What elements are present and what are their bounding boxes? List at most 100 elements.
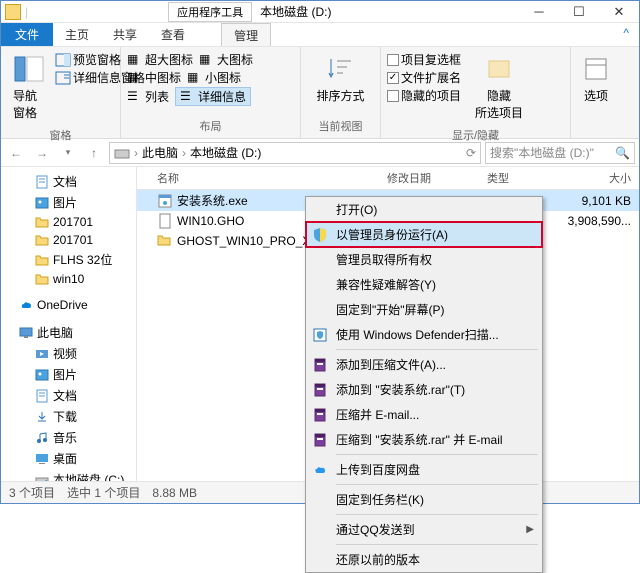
tree-item[interactable]: 此电脑 <box>1 322 136 343</box>
folder-icon <box>157 233 173 249</box>
tree-item[interactable]: 下载 <box>1 406 136 427</box>
menu-item[interactable]: 通过QQ发送到▶ <box>306 517 542 542</box>
nav-pane-icon <box>13 53 45 85</box>
menu-separator <box>336 454 538 455</box>
minimize-button[interactable]: ─ <box>519 1 559 23</box>
tree-item[interactable]: 视频 <box>1 343 136 364</box>
col-size[interactable]: 大小 <box>559 167 639 189</box>
checkbox-icon: ✓ <box>387 72 399 84</box>
ribbon: 导航窗格 预览窗格 详细信息窗格 窗格 ▦超大图标 ▦大图标 ▦中图标 ▦小图标… <box>1 47 639 139</box>
menu-item[interactable]: 压缩到 "安装系统.rar" 并 E-mail <box>306 427 542 452</box>
tree-item[interactable]: 201701 <box>1 231 136 249</box>
layout-l[interactable]: ▦大图标 <box>199 51 253 68</box>
hide-icon <box>483 53 515 85</box>
video-icon <box>35 347 49 361</box>
address-input[interactable]: › 此电脑 › 本地磁盘 (D:) ⟳ <box>109 142 481 164</box>
extensions-toggle[interactable]: ✓文件扩展名 <box>387 69 461 86</box>
menu-item[interactable]: 管理员取得所有权 <box>306 247 542 272</box>
details-icon: ☰ <box>180 89 196 105</box>
shield-icon <box>312 227 328 243</box>
tree-item[interactable]: OneDrive <box>1 296 136 314</box>
tree-item[interactable]: 文档 <box>1 385 136 406</box>
share-tab[interactable]: 共享 <box>101 23 149 46</box>
selection-size: 8.88 MB <box>152 486 197 500</box>
close-button[interactable]: ✕ <box>599 1 639 23</box>
layout-s[interactable]: ▦小图标 <box>187 69 241 86</box>
doc-icon <box>35 389 49 403</box>
tree-item[interactable]: 图片 <box>1 192 136 213</box>
tree-item[interactable]: win10 <box>1 270 136 288</box>
file-tab[interactable]: 文件 <box>1 23 53 46</box>
tree-item[interactable]: 桌面 <box>1 448 136 469</box>
nav-pane-button[interactable]: 导航窗格 <box>5 49 53 125</box>
nav-tree[interactable]: 文档图片201701201701FLHS 32位win10OneDrive此电脑… <box>1 167 137 481</box>
drive-icon <box>35 473 49 482</box>
qat-sep: | <box>25 5 28 19</box>
hide-selected-button[interactable]: 隐藏 所选项目 <box>467 49 531 125</box>
menu-separator <box>336 349 538 350</box>
tree-item[interactable]: 201701 <box>1 213 136 231</box>
menu-item[interactable]: 固定到任务栏(K) <box>306 487 542 512</box>
menu-item[interactable]: 打开(O) <box>306 197 542 222</box>
music-icon <box>35 431 49 445</box>
menu-item[interactable]: 以管理员身份运行(A) <box>306 222 542 247</box>
options-icon <box>580 53 612 85</box>
sort-button[interactable]: 排序方式 <box>305 49 376 108</box>
menu-item[interactable]: 固定到"开始"屏幕(P) <box>306 297 542 322</box>
ribbon-collapse-icon[interactable]: ^ <box>613 23 639 46</box>
menu-item[interactable]: 使用 Windows Defender扫描... <box>306 322 542 347</box>
checkbox-icon <box>387 90 399 102</box>
doc-icon <box>35 175 49 189</box>
item-count: 3 个项目 <box>9 484 55 501</box>
m-icon: ▦ <box>127 70 143 86</box>
folder-icon <box>35 233 49 247</box>
tree-item[interactable]: 图片 <box>1 364 136 385</box>
search-input[interactable]: 搜索"本地磁盘 (D:)" 🔍 <box>485 142 635 164</box>
checkboxes-toggle[interactable]: 项目复选框 <box>387 51 461 68</box>
tree-item[interactable]: 音乐 <box>1 427 136 448</box>
desktop-icon <box>35 452 49 466</box>
menu-item[interactable]: 压缩并 E-mail... <box>306 402 542 427</box>
selection-count: 选中 1 个项目 <box>67 484 140 501</box>
menu-separator <box>336 514 538 515</box>
up-button[interactable]: ↑ <box>83 142 105 164</box>
preview-pane-icon <box>55 52 71 68</box>
onedrive-icon <box>19 298 33 312</box>
layout-xl[interactable]: ▦超大图标 <box>127 51 193 68</box>
layout-list[interactable]: ☰列表 <box>127 87 169 106</box>
menu-item[interactable]: 兼容性疑难解答(Y) <box>306 272 542 297</box>
search-icon: 🔍 <box>615 146 630 160</box>
home-tab[interactable]: 主页 <box>53 23 101 46</box>
recent-button[interactable]: ▾ <box>57 142 79 164</box>
layout-m[interactable]: ▦中图标 <box>127 69 181 86</box>
column-headers[interactable]: 名称 修改日期 类型 大小 <box>137 167 639 190</box>
view-tab[interactable]: 查看 <box>149 23 197 46</box>
pc-icon <box>19 326 33 340</box>
col-type[interactable]: 类型 <box>479 167 559 189</box>
detail-pane-icon <box>55 70 71 86</box>
manage-tab[interactable]: 管理 <box>221 23 271 46</box>
menu-item[interactable]: 还原以前的版本 <box>306 547 542 572</box>
submenu-arrow-icon: ▶ <box>526 524 534 535</box>
menu-item[interactable]: 添加到 "安装系统.rar"(T) <box>306 377 542 402</box>
layout-details[interactable]: ☰详细信息 <box>175 87 251 106</box>
options-button[interactable]: 选项 <box>575 49 617 108</box>
list-icon: ☰ <box>127 89 143 105</box>
back-button[interactable]: ← <box>5 142 27 164</box>
l-icon: ▦ <box>199 52 215 68</box>
col-name[interactable]: 名称 <box>137 167 379 189</box>
tree-item[interactable]: 本地磁盘 (C:) <box>1 469 136 481</box>
rar-icon <box>312 382 328 398</box>
tree-item[interactable]: 文档 <box>1 171 136 192</box>
contextual-tab-label: 应用程序工具 <box>168 2 252 22</box>
hidden-toggle[interactable]: 隐藏的项目 <box>387 87 461 104</box>
menu-item[interactable]: 上传到百度网盘 <box>306 457 542 482</box>
pic-icon <box>35 196 49 210</box>
titlebar: | 应用程序工具 本地磁盘 (D:) ─ ☐ ✕ <box>1 1 639 23</box>
forward-button[interactable]: → <box>31 142 53 164</box>
menu-item[interactable]: 添加到压缩文件(A)... <box>306 352 542 377</box>
tree-item[interactable]: FLHS 32位 <box>1 249 136 270</box>
refresh-icon[interactable]: ⟳ <box>466 146 476 160</box>
maximize-button[interactable]: ☐ <box>559 1 599 23</box>
col-date[interactable]: 修改日期 <box>379 167 479 189</box>
